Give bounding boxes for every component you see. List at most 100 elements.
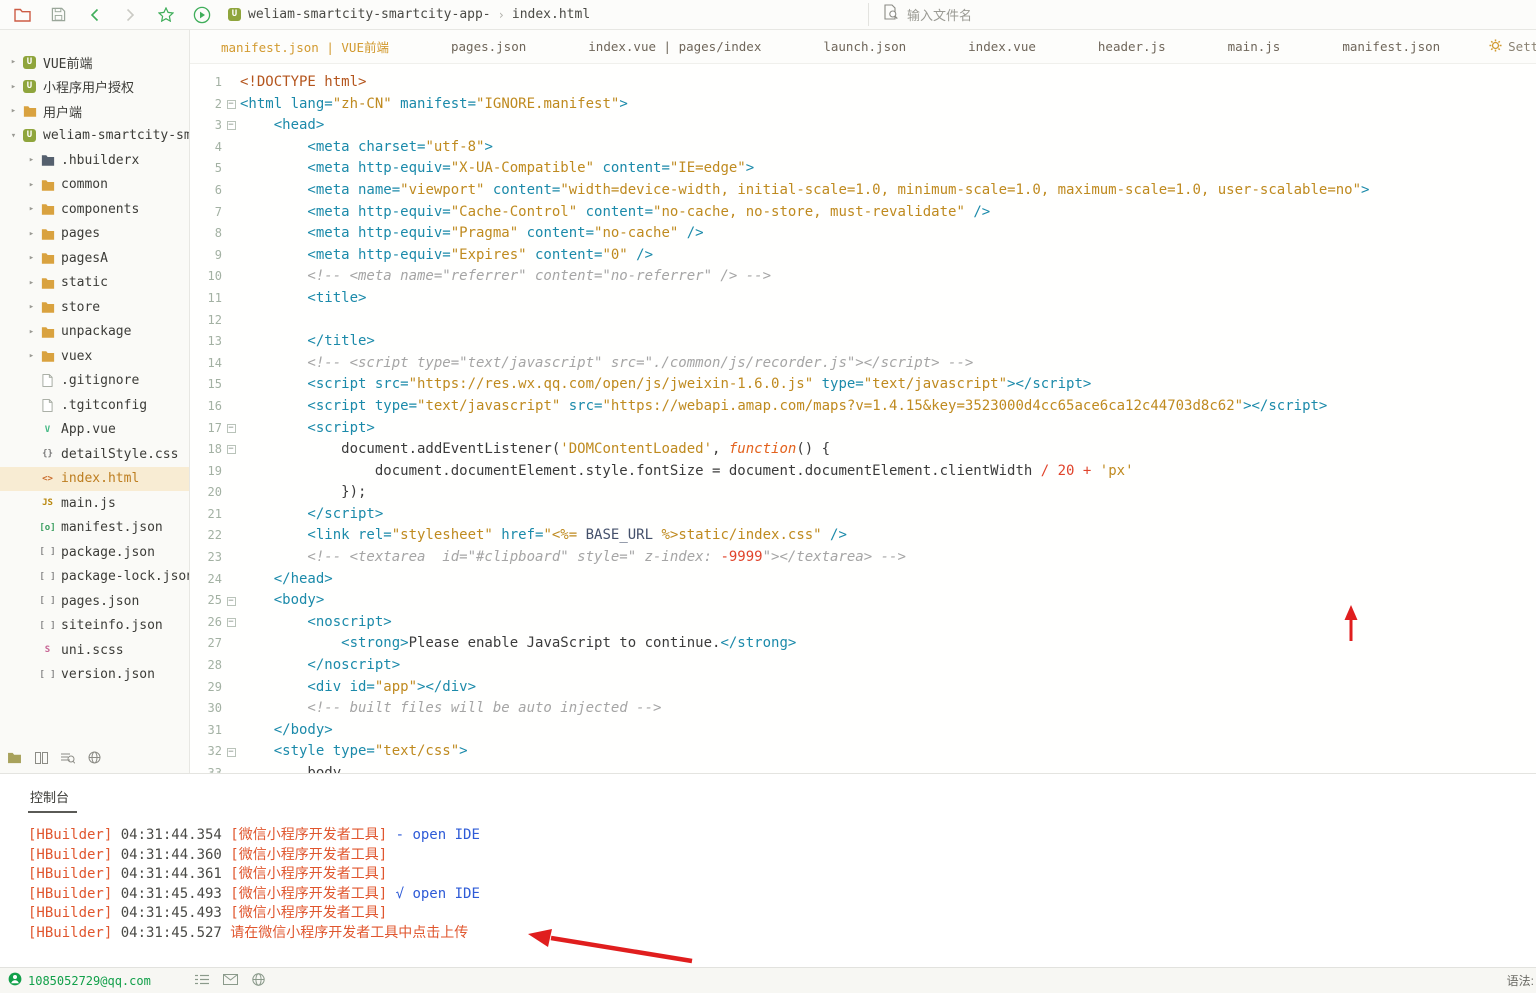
chevron-right-icon[interactable]: ▸: [24, 204, 39, 214]
tree-item-common[interactable]: ▸common: [0, 173, 189, 198]
chevron-right-icon[interactable]: ▸: [24, 180, 39, 190]
chevron-right-icon[interactable]: ▸: [24, 155, 39, 165]
account-area[interactable]: 1085052729@qq.com: [0, 972, 151, 989]
chevron-right-icon[interactable]: ▸: [24, 229, 39, 239]
search-list-icon[interactable]: [61, 751, 75, 769]
forward-icon[interactable]: [120, 5, 140, 25]
mail-icon[interactable]: [223, 974, 238, 988]
share-globe-icon[interactable]: [252, 973, 265, 989]
chevron-right-icon[interactable]: ▸: [6, 57, 21, 67]
code-line-15[interactable]: 15 <script src="https://res.wx.qq.com/op…: [190, 374, 1536, 396]
console-tab[interactable]: 控制台: [28, 787, 77, 813]
code-line-18[interactable]: 18− document.addEventListener('DOMConten…: [190, 439, 1536, 461]
code-line-17[interactable]: 17− <script>: [190, 418, 1536, 440]
tree-item-weliam-smartcity-smart[interactable]: ▾Uweliam-smartcity-smart...: [0, 124, 189, 149]
save-icon[interactable]: [48, 5, 68, 25]
chevron-right-icon[interactable]: ▸: [24, 302, 39, 312]
code-editor[interactable]: 1<!DOCTYPE html>2−<html lang="zh-CN" man…: [190, 64, 1536, 773]
code-line-32[interactable]: 32− <style type="text/css">: [190, 741, 1536, 763]
tree-item-[interactable]: ▸用户端: [0, 99, 189, 124]
explorer-folder-icon[interactable]: [7, 751, 22, 769]
breadcrumb-file[interactable]: index.html: [512, 7, 590, 22]
fold-marker-icon[interactable]: −: [222, 115, 240, 137]
tree-item-components[interactable]: ▸components: [0, 197, 189, 222]
tree-item-index-html[interactable]: <>index.html: [0, 467, 189, 492]
code-line-4[interactable]: 4 <meta charset="utf-8">: [190, 137, 1536, 159]
tree-item-siteinfo-json[interactable]: [ ]siteinfo.json: [0, 614, 189, 639]
code-line-9[interactable]: 9 <meta http-equiv="Expires" content="0"…: [190, 245, 1536, 267]
tree-item-static[interactable]: ▸static: [0, 271, 189, 296]
tab-manifest-json-vue[interactable]: manifest.json | VUE前端: [190, 30, 420, 63]
tree-item-detailstyle-css[interactable]: {}detailStyle.css: [0, 442, 189, 467]
tree-item-[interactable]: ▸U小程序用户授权: [0, 75, 189, 100]
tree-item-unpackage[interactable]: ▸unpackage: [0, 320, 189, 345]
breadcrumb-project[interactable]: weliam-smartcity-smartcity-app-: [248, 7, 491, 22]
tree-item-pages[interactable]: ▸pages: [0, 222, 189, 247]
chevron-right-icon[interactable]: ▸: [6, 106, 21, 116]
code-line-13[interactable]: 13 </title>: [190, 331, 1536, 353]
code-line-23[interactable]: 23 <!-- <textarea id="#clipboard" style=…: [190, 547, 1536, 569]
tree-item-store[interactable]: ▸store: [0, 295, 189, 320]
tree-item-pages-json[interactable]: [ ]pages.json: [0, 589, 189, 614]
code-line-6[interactable]: 6 <meta name="viewport" content="width=d…: [190, 180, 1536, 202]
code-line-33[interactable]: 33 body,: [190, 763, 1536, 773]
code-line-27[interactable]: 27 <strong>Please enable JavaScript to c…: [190, 633, 1536, 655]
search-input[interactable]: 输入文件名: [907, 5, 972, 24]
code-line-22[interactable]: 22 <link rel="stylesheet" href="<%= BASE…: [190, 525, 1536, 547]
tab-index-vue[interactable]: index.vue: [937, 30, 1067, 63]
tree-item-package-json[interactable]: [ ]package.json: [0, 540, 189, 565]
code-line-26[interactable]: 26− <noscript>: [190, 612, 1536, 634]
tree-item-gitignore[interactable]: .gitignore: [0, 369, 189, 394]
tree-item-package-lock-json[interactable]: [ ]package-lock.json: [0, 565, 189, 590]
fold-marker-icon[interactable]: −: [222, 590, 240, 612]
chevron-right-icon[interactable]: ▸: [24, 278, 39, 288]
account-email[interactable]: 1085052729@qq.com: [28, 974, 151, 988]
open-folder-icon[interactable]: [12, 5, 32, 25]
chevron-right-icon[interactable]: ▸: [24, 351, 39, 361]
bookmark-star-icon[interactable]: [156, 5, 176, 25]
code-line-11[interactable]: 11 <title>: [190, 288, 1536, 310]
panes-icon[interactable]: [35, 751, 48, 769]
tree-item-hbuilderx[interactable]: ▸.hbuilderx: [0, 148, 189, 173]
code-line-1[interactable]: 1<!DOCTYPE html>: [190, 72, 1536, 94]
fold-marker-icon[interactable]: −: [222, 612, 240, 634]
code-line-31[interactable]: 31 </body>: [190, 720, 1536, 742]
chevron-right-icon[interactable]: ▸: [6, 82, 21, 92]
code-line-12[interactable]: 12: [190, 310, 1536, 332]
code-line-30[interactable]: 30 <!-- built files will be auto injecte…: [190, 698, 1536, 720]
code-line-29[interactable]: 29 <div id="app"></div>: [190, 677, 1536, 699]
tab-main-js[interactable]: main.js: [1197, 30, 1312, 63]
tree-item-vue[interactable]: ▸UVUE前端: [0, 50, 189, 75]
code-line-10[interactable]: 10 <!-- <meta name="referrer" content="n…: [190, 266, 1536, 288]
code-line-16[interactable]: 16 <script type="text/javascript" src="h…: [190, 396, 1536, 418]
fold-marker-icon[interactable]: −: [222, 94, 240, 116]
tree-item-version-json[interactable]: [ ]version.json: [0, 663, 189, 688]
filename-search[interactable]: 输入文件名: [868, 3, 1536, 26]
code-line-21[interactable]: 21 </script>: [190, 504, 1536, 526]
chevron-down-icon[interactable]: ▾: [6, 131, 21, 141]
tree-item-manifest-json[interactable]: [o]manifest.json: [0, 516, 189, 541]
syntax-label[interactable]: 语法:: [1507, 972, 1536, 989]
chevron-right-icon[interactable]: ▸: [24, 327, 39, 337]
outline-list-icon[interactable]: [195, 974, 209, 988]
tab-manifest-json[interactable]: manifest.json: [1311, 30, 1471, 63]
fold-marker-icon[interactable]: −: [222, 439, 240, 461]
fold-marker-icon[interactable]: −: [222, 741, 240, 763]
back-icon[interactable]: [84, 5, 104, 25]
tree-item-app-vue[interactable]: VApp.vue: [0, 418, 189, 443]
run-icon[interactable]: [192, 5, 212, 25]
code-line-5[interactable]: 5 <meta http-equiv="X-UA-Compatible" con…: [190, 158, 1536, 180]
code-line-25[interactable]: 25− <body>: [190, 590, 1536, 612]
code-line-28[interactable]: 28 </noscript>: [190, 655, 1536, 677]
code-line-3[interactable]: 3− <head>: [190, 115, 1536, 137]
code-line-7[interactable]: 7 <meta http-equiv="Cache-Control" conte…: [190, 202, 1536, 224]
tab-settings[interactable]: Settings.json: [1471, 39, 1536, 55]
tab-pages-json[interactable]: pages.json: [420, 30, 557, 63]
chevron-right-icon[interactable]: ▸: [24, 253, 39, 263]
code-line-14[interactable]: 14 <!-- <script type="text/javascript" s…: [190, 353, 1536, 375]
tree-item-tgitconfig[interactable]: .tgitconfig: [0, 393, 189, 418]
tree-item-pagesa[interactable]: ▸pagesA: [0, 246, 189, 271]
fold-marker-icon[interactable]: −: [222, 418, 240, 440]
tab-header-js[interactable]: header.js: [1067, 30, 1197, 63]
code-line-8[interactable]: 8 <meta http-equiv="Pragma" content="no-…: [190, 223, 1536, 245]
